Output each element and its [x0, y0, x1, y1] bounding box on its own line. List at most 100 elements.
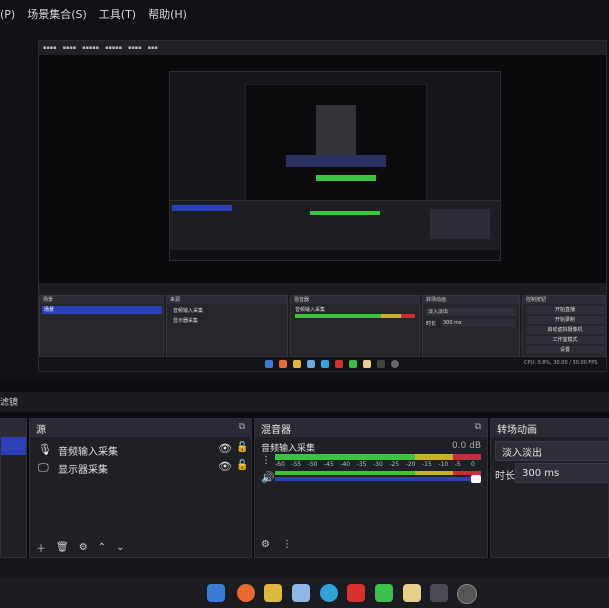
volume-meter: [275, 454, 481, 460]
inner-meter-yellow: [381, 314, 401, 318]
meter-tick-label: -45: [324, 461, 334, 468]
meter-tick-label: -15: [422, 461, 432, 468]
kebab-menu-icon[interactable]: ⋮: [282, 539, 292, 550]
inner-btn-settings: 设置: [526, 346, 604, 354]
inner-menu-bar: ▪▪▪▪ ▪▪▪▪ ▪▪▪▪▪ ▪▪▪▪▪ ▪▪▪▪ ▪▪▪: [39, 41, 606, 55]
scenes-dock: [0, 418, 27, 558]
monitor-icon: 🖵: [38, 461, 49, 474]
sources-title: 源: [36, 424, 46, 436]
chevron-down-icon[interactable]: ⌄: [116, 542, 124, 553]
obs-icon[interactable]: [457, 584, 477, 604]
inner-source-2: 显示器采集: [173, 318, 199, 324]
inner-btn-stream: 开始直播: [526, 306, 604, 314]
inner-sources-dock: 来源 音频输入采集 显示器采集: [166, 295, 288, 357]
tab-filters[interactable]: 滤镜: [0, 395, 18, 408]
meter-green: [275, 454, 415, 460]
nested-capture: [169, 71, 501, 261]
mixer-toolbar: ⚙ ⋮: [261, 539, 292, 550]
meter-tick-label: -20: [405, 461, 416, 468]
scene-item-selected[interactable]: [1, 437, 26, 455]
duration-field[interactable]: 300 ms: [515, 463, 609, 483]
taskbar: [0, 578, 609, 608]
inner-duration-label: 时长: [426, 321, 437, 327]
notes-icon[interactable]: [403, 584, 421, 602]
folder-icon[interactable]: [264, 584, 282, 602]
menu-help[interactable]: 帮助(H): [148, 6, 187, 22]
menu-bar: (P) 场景集合(S) 工具(T) 帮助(H): [0, 0, 609, 28]
inner-transition-select: 淡入淡出: [426, 308, 516, 316]
source-row-audio[interactable]: 🎙 音频输入采集 👁 🔓: [38, 441, 248, 459]
meter-ticks: -60 -55 -50 -45 -40 -35 -30 -25 -20 -15 -10 -5 0: [275, 461, 481, 471]
inner-source-1: 音频输入采集: [173, 308, 204, 314]
volume-slider[interactable]: [275, 477, 481, 481]
firefox-icon[interactable]: [237, 584, 255, 602]
add-icon[interactable]: ＋: [36, 540, 46, 555]
mixer-dock-title: 混音器 ⧉: [255, 419, 487, 437]
inner-preview: [39, 55, 606, 283]
meter-tick-label: -25: [389, 461, 400, 468]
speaker-icon[interactable]: 🔊: [261, 471, 275, 484]
browser-icon[interactable]: [320, 584, 338, 602]
inner-sources-title: 来源: [167, 296, 287, 304]
captured-display: ▪▪▪▪ ▪▪▪▪ ▪▪▪▪▪ ▪▪▪▪▪ ▪▪▪▪ ▪▪▪ 场景 场景 来源 音频输入采…: [38, 40, 607, 372]
inner-docks: 场景 场景 来源 音频输入采集 显示器采集 混音器 音频输入采集 转场动画 淡入…: [39, 295, 606, 357]
undock-icon[interactable]: ⧉: [239, 422, 245, 432]
inner-tabs: [39, 283, 606, 295]
nested-docks: [170, 200, 500, 251]
mixer-channel-db: 0.0 dB: [451, 441, 481, 451]
inner-scenes-title: 场景: [40, 296, 163, 304]
volume-meter-2: [275, 471, 481, 475]
inner-btn-studio: 工作室模式: [526, 336, 604, 344]
meter-tick-label: -35: [356, 461, 367, 468]
meter-tick-label: -5: [454, 461, 461, 468]
transition-select[interactable]: 淡入淡出: [495, 441, 609, 461]
app-icon[interactable]: [292, 584, 310, 602]
duration-label: 时长: [495, 471, 515, 482]
gear-icon[interactable]: ⚙: [79, 542, 88, 553]
menu-view-fragment[interactable]: (P): [0, 8, 15, 21]
transitions-dock-title: 转场动画: [491, 419, 608, 437]
meter-yellow: [415, 454, 453, 460]
undock-icon[interactable]: ⧉: [475, 422, 481, 432]
meter-tick-label: -10: [438, 461, 449, 468]
lock-icon[interactable]: 🔓: [236, 442, 248, 453]
scenes-dock-title: [1, 419, 26, 437]
inner-btn-record: 开始录制: [526, 316, 604, 324]
inner-transitions-title: 转场动画: [423, 296, 519, 304]
terminal-icon[interactable]: [430, 584, 448, 602]
sources-toolbar: ＋ 🗑 ⚙ ⌃ ⌄: [36, 539, 246, 555]
chevron-up-icon[interactable]: ⌃: [98, 542, 106, 553]
eye-icon[interactable]: 👁: [218, 460, 232, 473]
gear-icon[interactable]: ⚙: [261, 539, 270, 550]
meter-tick-label: -30: [373, 461, 383, 468]
kebab-menu-icon[interactable]: ⋮: [261, 455, 271, 466]
inner-status: CPU: 0.8%, 30.00 / 30.00 FPS: [524, 360, 598, 366]
nested-taskbar: [170, 250, 500, 260]
menu-tools[interactable]: 工具(T): [99, 6, 136, 22]
transition-value: 淡入淡出: [502, 447, 542, 459]
wps-icon[interactable]: [347, 584, 365, 602]
nested-preview: [245, 84, 427, 204]
lock-icon[interactable]: 🔓: [236, 460, 248, 471]
microphone-icon: 🎙: [38, 443, 52, 456]
wechat-icon[interactable]: [375, 584, 393, 602]
eye-icon[interactable]: 👁: [218, 442, 232, 455]
inner-controls-title: 控制按钮: [523, 296, 605, 304]
source-label: 显示器采集: [58, 465, 108, 476]
inner-mixer-dock: 混音器 音频输入采集: [290, 295, 420, 357]
transitions-title: 转场动画: [497, 424, 537, 436]
sources-dock: 源 ⧉ 🎙 音频输入采集 👁 🔓 🖵 显示器采集 👁 🔓 ＋ 🗑 ⚙ ⌃ ⌄: [29, 418, 252, 558]
meter-tick-label: 0: [471, 461, 475, 468]
inner-mixer-title: 混音器: [291, 296, 419, 304]
windows-start-icon[interactable]: [207, 584, 225, 602]
inner-btn-vcam: 启动虚拟摄像机: [526, 326, 604, 334]
inner-taskbar: CPU: 0.8%, 30.00 / 30.00 FPS: [39, 357, 606, 371]
meter-red: [453, 454, 481, 460]
source-row-display[interactable]: 🖵 显示器采集 👁 🔓: [38, 459, 248, 477]
volume-slider-handle[interactable]: [471, 475, 481, 483]
mixer-dock: 混音器 ⧉ 音频输入采集 0.0 dB ⋮ -60 -55 -50 -45 -40 -35…: [254, 418, 488, 558]
meter-tick-label: -55: [291, 461, 302, 468]
menu-scene-collection[interactable]: 场景集合(S): [27, 6, 87, 22]
trash-icon[interactable]: 🗑: [56, 542, 69, 553]
inner-duration-field: 300 ms: [441, 319, 516, 327]
